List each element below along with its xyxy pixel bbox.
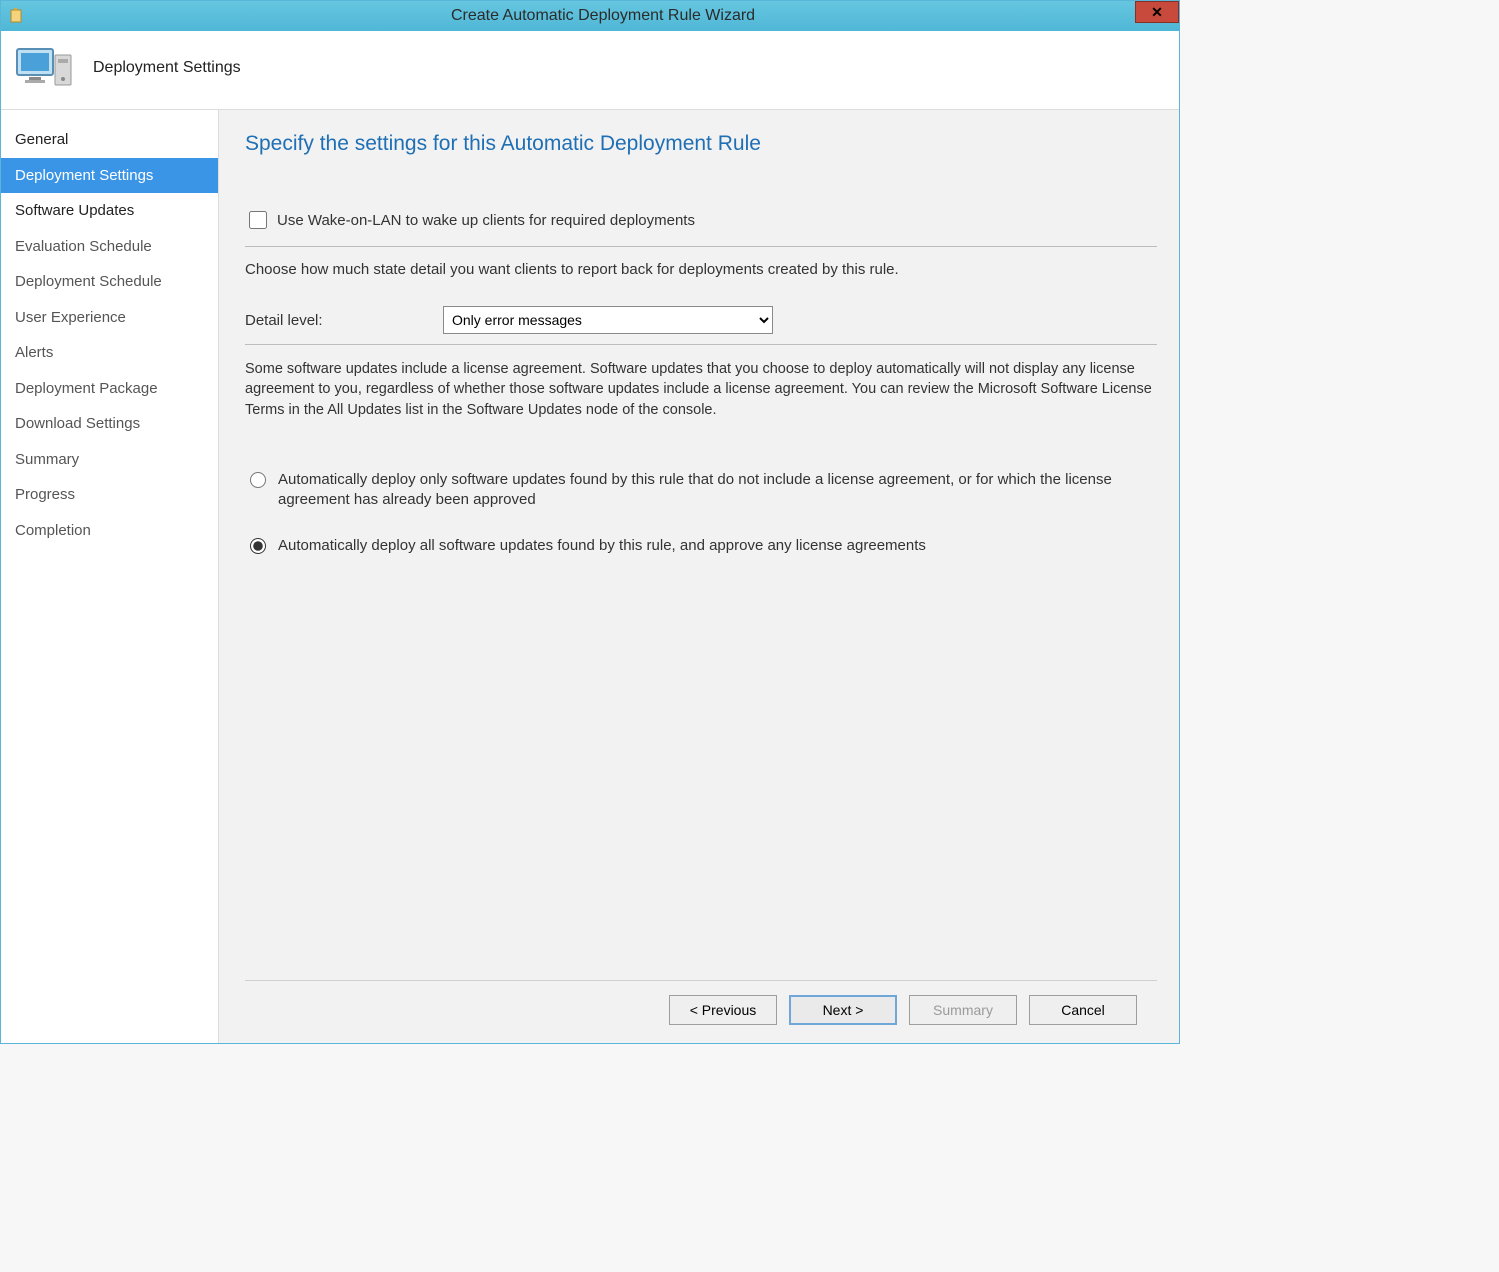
sidebar-item-download-settings[interactable]: Download Settings	[1, 406, 218, 442]
wizard-footer: < Previous Next > Summary Cancel	[245, 980, 1157, 1043]
license-radio-1[interactable]	[250, 472, 266, 488]
sidebar-item-summary[interactable]: Summary	[1, 442, 218, 478]
monitor-icon	[15, 45, 75, 91]
sidebar-item-user-experience[interactable]: User Experience	[1, 300, 218, 336]
sidebar-item-deployment-schedule[interactable]: Deployment Schedule	[1, 264, 218, 300]
license-radio-1-label[interactable]: Automatically deploy only software updat…	[278, 470, 1118, 511]
next-button[interactable]: Next >	[789, 995, 897, 1025]
state-detail-description: Choose how much state detail you want cl…	[245, 261, 1157, 278]
close-icon: ✕	[1151, 4, 1163, 21]
wake-on-lan-label[interactable]: Use Wake-on-LAN to wake up clients for r…	[277, 212, 695, 229]
divider	[245, 246, 1157, 247]
page-header: Deployment Settings	[1, 31, 1179, 109]
license-radio-1-row: Automatically deploy only software updat…	[245, 470, 1157, 511]
sidebar-item-progress[interactable]: Progress	[1, 477, 218, 513]
detail-level-label: Detail level:	[245, 312, 443, 329]
detail-level-row: Detail level: Only error messages	[245, 306, 1157, 334]
license-radio-2[interactable]	[250, 538, 266, 554]
sidebar-item-alerts[interactable]: Alerts	[1, 335, 218, 371]
window-title: Create Automatic Deployment Rule Wizard	[27, 7, 1179, 25]
wake-on-lan-row: Use Wake-on-LAN to wake up clients for r…	[245, 208, 1157, 232]
summary-button[interactable]: Summary	[909, 995, 1017, 1025]
license-radio-2-row: Automatically deploy all software update…	[245, 536, 1157, 556]
app-icon	[7, 6, 27, 26]
divider	[245, 344, 1157, 345]
wizard-window: Create Automatic Deployment Rule Wizard …	[0, 0, 1180, 1044]
sidebar: GeneralDeployment SettingsSoftware Updat…	[1, 110, 219, 1043]
main-panel: Specify the settings for this Automatic …	[219, 110, 1179, 1043]
close-button[interactable]: ✕	[1135, 1, 1179, 23]
detail-level-select[interactable]: Only error messages	[443, 306, 773, 334]
sidebar-item-evaluation-schedule[interactable]: Evaluation Schedule	[1, 229, 218, 265]
sidebar-item-software-updates[interactable]: Software Updates	[1, 193, 218, 229]
sidebar-item-deployment-settings[interactable]: Deployment Settings	[1, 158, 218, 194]
license-radio-2-label[interactable]: Automatically deploy all software update…	[278, 536, 926, 556]
previous-button[interactable]: < Previous	[669, 995, 777, 1025]
titlebar: Create Automatic Deployment Rule Wizard …	[1, 1, 1179, 31]
wizard-body: GeneralDeployment SettingsSoftware Updat…	[1, 109, 1179, 1043]
license-description: Some software updates include a license …	[245, 359, 1157, 420]
wake-on-lan-checkbox[interactable]	[249, 211, 267, 229]
cancel-button[interactable]: Cancel	[1029, 995, 1137, 1025]
sidebar-item-general[interactable]: General	[1, 122, 218, 158]
page-title: Deployment Settings	[93, 59, 241, 77]
sidebar-item-completion[interactable]: Completion	[1, 513, 218, 549]
sidebar-item-deployment-package[interactable]: Deployment Package	[1, 371, 218, 407]
main-heading: Specify the settings for this Automatic …	[245, 132, 1157, 156]
